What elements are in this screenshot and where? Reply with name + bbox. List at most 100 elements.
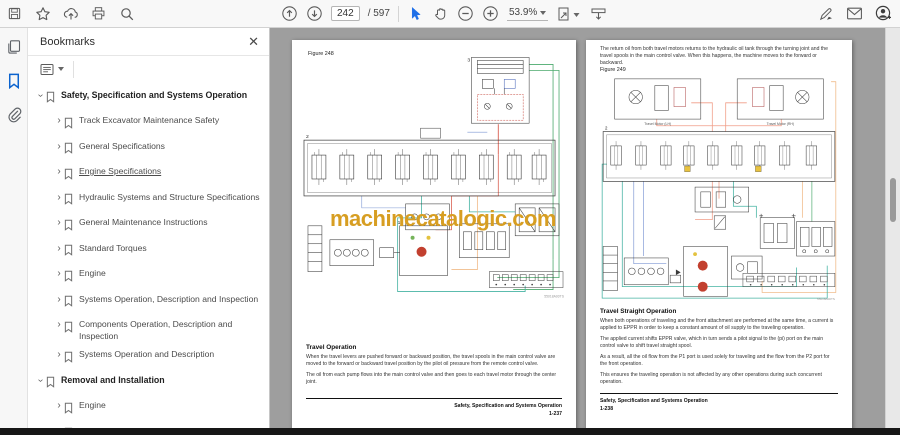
- bookmark-icon: [64, 166, 77, 185]
- close-icon[interactable]: ✕: [248, 35, 259, 48]
- chevron-right-icon[interactable]: ›: [54, 217, 64, 228]
- bookmark-item-label: Components Operation, Description and In…: [79, 319, 233, 341]
- bookmark-item[interactable]: › Hydraulic Systems and Structure Specifi…: [28, 188, 269, 214]
- previous-page-icon[interactable]: [281, 5, 298, 22]
- bookmark-icon: [64, 294, 77, 313]
- page-footer: Safety, Specification and Systems Operat…: [454, 402, 562, 418]
- account-avatar-icon[interactable]: [875, 5, 892, 22]
- toolbar: 242 / 597 53.9%: [0, 0, 900, 28]
- zoom-out-icon[interactable]: [457, 5, 474, 22]
- page-thumbnails-icon[interactable]: [5, 38, 23, 56]
- toolbar-nav-group: 242 / 597 53.9%: [281, 0, 607, 27]
- chevron-right-icon[interactable]: ›: [54, 141, 64, 152]
- bookmark-icon: [64, 243, 77, 262]
- bookmark-item-label: Standard Torques: [79, 242, 147, 253]
- chevron-right-icon[interactable]: ›: [54, 115, 64, 126]
- bookmark-item[interactable]: › Safety, Specification and Systems Opera…: [28, 86, 269, 112]
- chevron-right-icon[interactable]: ›: [54, 349, 64, 360]
- bookmark-item[interactable]: › General Maintenance Instructions: [28, 214, 269, 240]
- diagram-id-label: 55018A00TS: [544, 295, 564, 299]
- bookmark-item[interactable]: › Removal and Installation: [28, 371, 269, 397]
- vertical-scrollbar[interactable]: [885, 28, 900, 428]
- select-cursor-icon[interactable]: [407, 5, 424, 22]
- page-fit-dropdown[interactable]: [556, 5, 582, 22]
- star-icon[interactable]: [34, 5, 51, 22]
- email-icon[interactable]: [846, 5, 863, 22]
- bookmarks-panel-title: Bookmarks: [40, 35, 96, 48]
- chevron-right-icon[interactable]: ›: [54, 294, 64, 305]
- bookmark-options-button[interactable]: [36, 60, 74, 78]
- bookmark-item[interactable]: › Components Operation, Description and I…: [28, 316, 269, 346]
- body-text: The return oil from both travel motors r…: [600, 46, 838, 71]
- bookmark-item-label: Hydraulic Systems and Structure Specific…: [79, 191, 260, 202]
- next-page-icon[interactable]: [306, 5, 323, 22]
- bookmark-icon: [64, 115, 77, 134]
- bookmarks-panel-tools: [28, 56, 269, 82]
- chevron-right-icon[interactable]: ›: [54, 243, 64, 254]
- footer-section-title: Safety, Specification and Systems Operat…: [600, 398, 708, 404]
- bookmark-item-label: Track Excavator Maintenance Safety: [79, 115, 220, 125]
- chevron-right-icon[interactable]: ›: [54, 400, 64, 411]
- bookmark-item[interactable]: › General Specifications: [28, 137, 269, 163]
- toolbar-account-group: [817, 0, 892, 27]
- bookmark-item[interactable]: › Engine Specifications: [28, 163, 269, 189]
- footer-rule: [306, 398, 562, 399]
- search-icon[interactable]: [118, 5, 135, 22]
- chevron-right-icon[interactable]: ›: [54, 166, 64, 177]
- measure-tool-icon[interactable]: [590, 5, 607, 22]
- bookmark-icon: [64, 319, 77, 338]
- diagram-callout: 2: [605, 126, 608, 131]
- paragraph: This ensures the traveling operation is …: [600, 371, 822, 386]
- watermark-text: machinecatalogic.com: [330, 206, 556, 231]
- chevron-right-icon[interactable]: ›: [54, 192, 64, 203]
- chevron-right-icon[interactable]: ›: [54, 268, 64, 279]
- bookmark-item-label: General Maintenance Instructions: [79, 217, 208, 227]
- bookmark-icon: [46, 375, 59, 394]
- page-number-input[interactable]: 242: [331, 6, 360, 21]
- bookmarks-panel: Bookmarks ✕ › Safety, Specification and S…: [28, 28, 270, 435]
- scrollbar-thumb[interactable]: [890, 178, 896, 222]
- section-heading: Travel Operation: [306, 344, 357, 351]
- bookmark-item[interactable]: › Track Excavator Maintenance Safety: [28, 112, 269, 138]
- hydraulic-diagram-figure-249: Travel Motor (LH) Travel Motor (RH) 2 55…: [601, 78, 837, 301]
- document-view[interactable]: ◂ Figure 248: [270, 28, 900, 428]
- chevron-down-icon[interactable]: ›: [36, 90, 47, 101]
- chevron-right-icon[interactable]: ›: [54, 319, 64, 330]
- paragraph: The applied current shifts EPPR valve, w…: [600, 335, 824, 350]
- page-total-label: / 597: [367, 8, 390, 19]
- bookmark-item[interactable]: › Engine: [28, 397, 269, 423]
- pdf-page-right: The return oil from both travel motors r…: [586, 40, 852, 428]
- chevron-down-icon: [540, 10, 547, 15]
- bookmark-item-label: Engine: [79, 400, 106, 411]
- bookmark-item[interactable]: › Engine: [28, 265, 269, 291]
- share-cloud-icon[interactable]: [62, 5, 79, 22]
- bookmark-icon: [64, 192, 77, 211]
- navigation-rail: [0, 28, 28, 428]
- bookmark-item-label: Engine: [79, 268, 106, 278]
- bookmark-item[interactable]: › Standard Torques: [28, 239, 269, 265]
- diagram-callout: 3: [467, 57, 470, 63]
- save-icon[interactable]: [6, 5, 23, 22]
- chevron-down-icon[interactable]: ›: [36, 375, 47, 386]
- bookmark-item-label: Systems Operation and Description: [79, 349, 215, 360]
- zoom-in-icon[interactable]: [482, 5, 499, 22]
- paragraph: The return oil from both travel motors r…: [600, 46, 828, 67]
- attachments-icon[interactable]: [5, 106, 23, 124]
- hand-tool-icon[interactable]: [432, 5, 449, 22]
- bookmark-icon: [64, 268, 77, 287]
- bookmark-item[interactable]: › Systems Operation, Description and Insp…: [28, 290, 269, 316]
- bookmark-item[interactable]: › Systems Operation and Description: [28, 346, 269, 372]
- bookmark-list: › Safety, Specification and Systems Opera…: [28, 82, 269, 435]
- bookmark-icon: [64, 217, 77, 236]
- footer-page-number: 1-238: [600, 406, 614, 413]
- print-icon[interactable]: [90, 5, 107, 22]
- paragraph: When the travel levers are pushed forwar…: [306, 354, 556, 368]
- bookmarks-panel-icon[interactable]: [5, 72, 23, 90]
- fill-sign-pen-icon[interactable]: [817, 5, 834, 22]
- bookmark-item-label: General Specifications: [79, 140, 165, 151]
- paragraph: As a result, all the oil flow from the P…: [600, 353, 830, 368]
- zoom-level-dropdown[interactable]: 53.9%: [506, 6, 549, 21]
- bookmark-item-label: Systems Operation, Description and Inspe…: [79, 293, 259, 304]
- bookmark-icon: [46, 90, 59, 109]
- bookmark-icon: [64, 349, 77, 368]
